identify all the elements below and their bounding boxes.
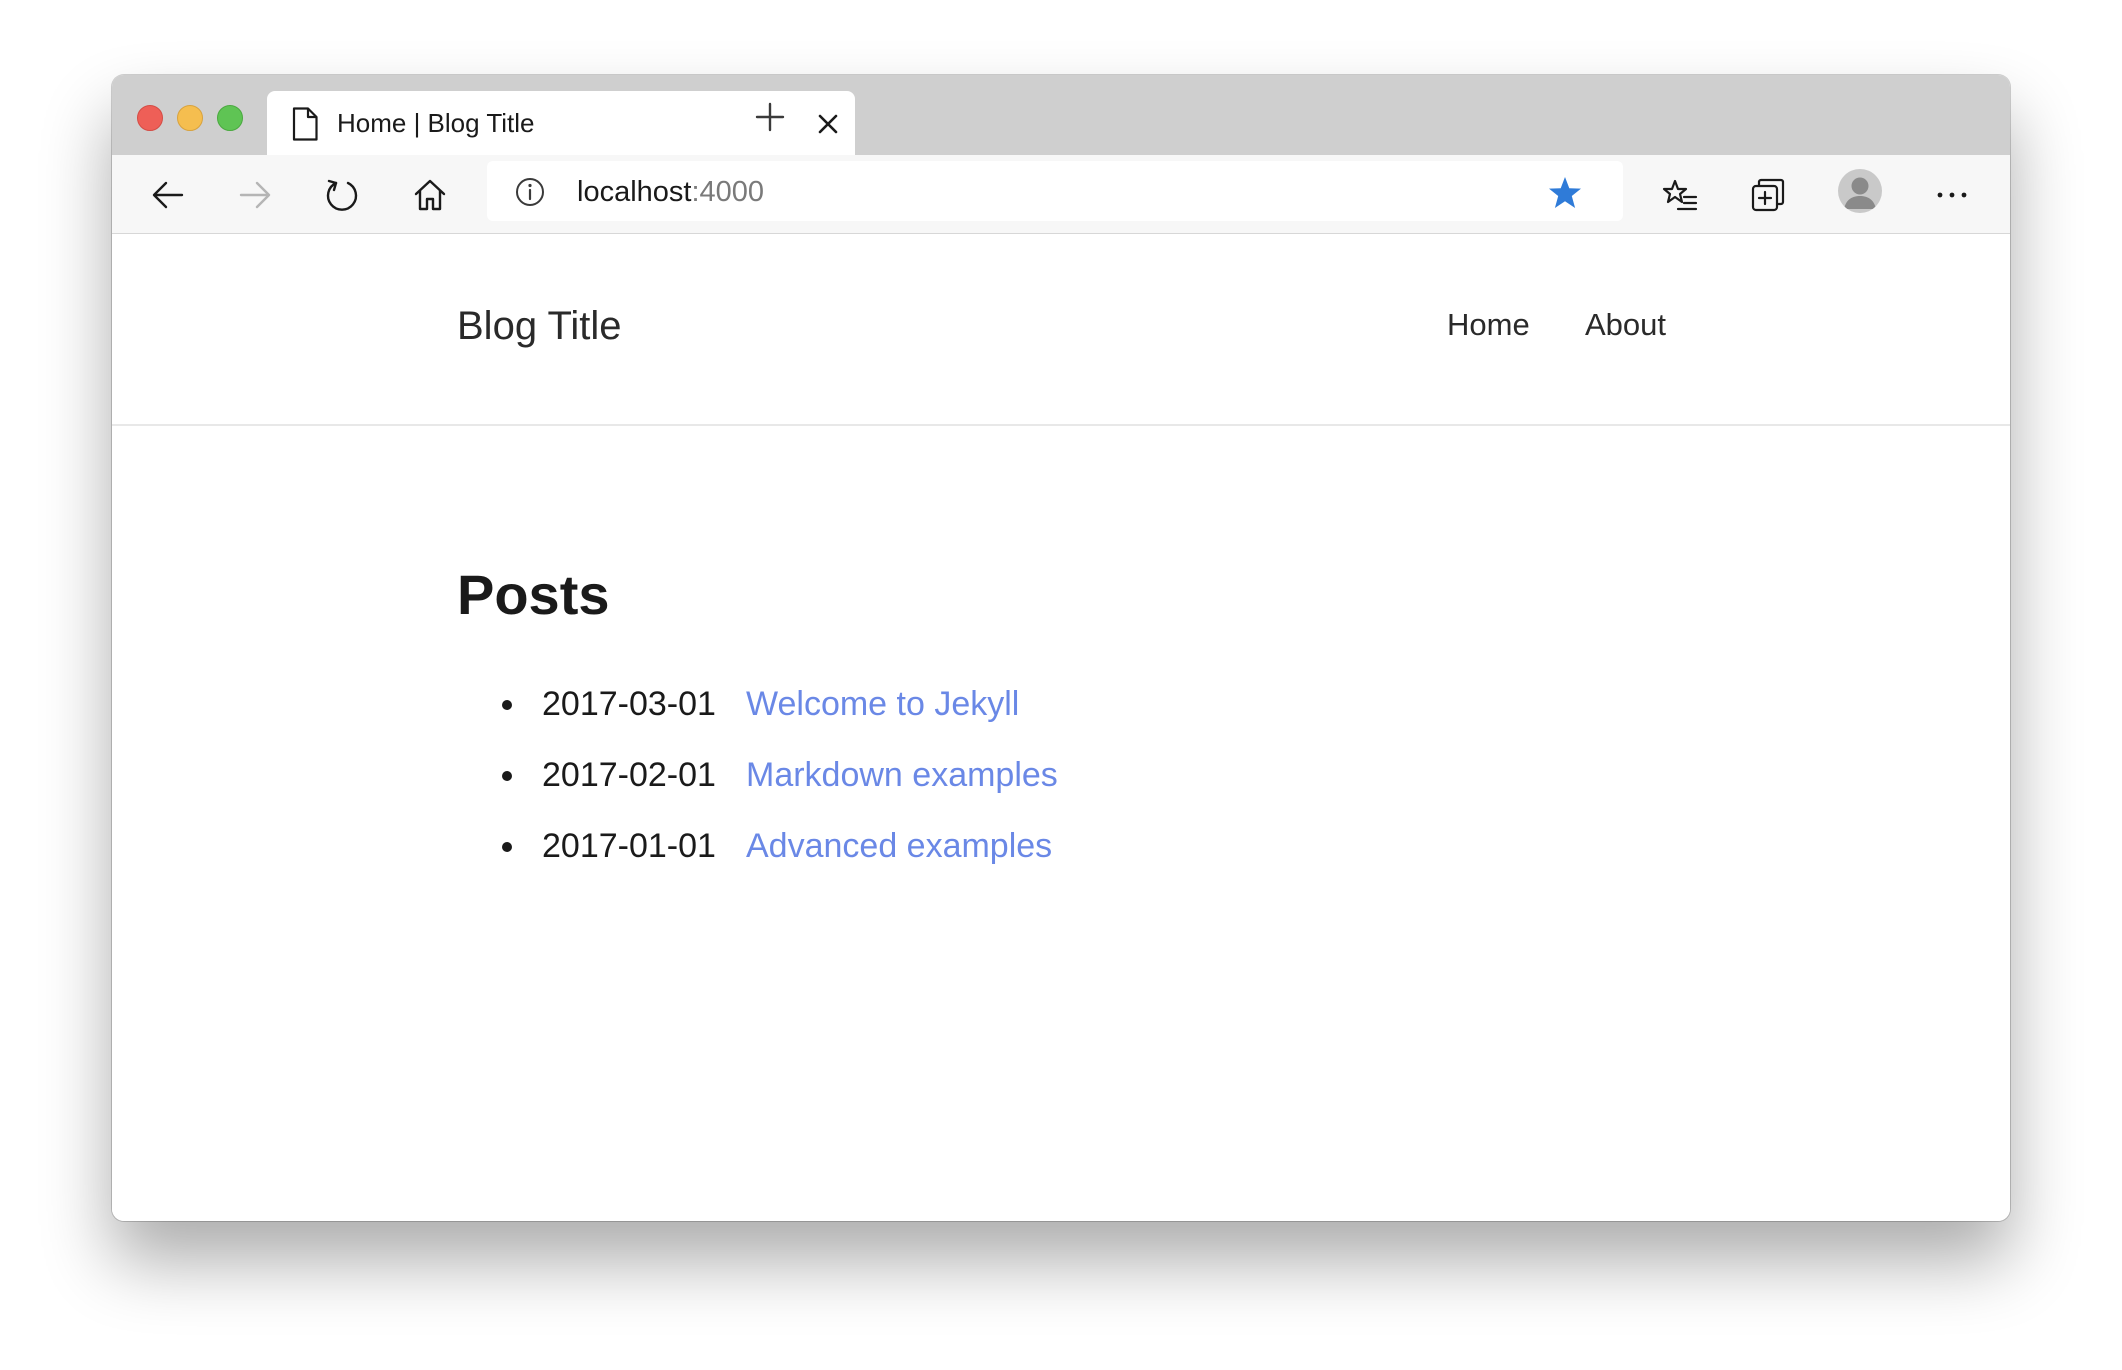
more-icon[interactable] [1934, 177, 1970, 213]
document-icon [292, 107, 318, 141]
collections-icon[interactable] [1750, 177, 1786, 213]
arrow-right-icon[interactable] [237, 177, 273, 213]
url-text[interactable]: localhost:4000 [577, 175, 764, 209]
new-tab-icon[interactable] [754, 101, 786, 133]
address-bar[interactable]: localhost:4000 [487, 161, 1623, 221]
tab-title: Home | Blog Title [337, 108, 535, 138]
web-page: Blog Title Home About Posts 2017-03-01 W… [112, 234, 2010, 1221]
favorites-list-icon[interactable] [1662, 177, 1698, 213]
post-link[interactable]: Welcome to Jekyll [746, 684, 1019, 724]
nav-link-about[interactable]: About [1585, 306, 1666, 344]
post-link[interactable]: Advanced examples [746, 826, 1052, 866]
post-link[interactable]: Markdown examples [746, 755, 1058, 795]
bullet [502, 842, 512, 852]
posts-heading: Posts [457, 563, 610, 626]
post-date: 2017-01-01 [542, 827, 716, 865]
post-date: 2017-03-01 [542, 685, 716, 723]
minimize-window-button[interactable] [177, 105, 203, 131]
home-icon[interactable] [412, 177, 448, 213]
site-header: Blog Title Home About [112, 234, 2010, 426]
tab-strip: Home | Blog Title [112, 75, 2010, 155]
star-icon[interactable] [1547, 175, 1583, 211]
nav-link-home[interactable]: Home [1447, 306, 1530, 344]
close-tab-icon[interactable] [815, 111, 841, 137]
avatar-icon[interactable] [1838, 169, 1882, 213]
bullet [502, 700, 512, 710]
bullet [502, 771, 512, 781]
url-port: :4000 [691, 176, 765, 208]
arrow-left-icon[interactable] [150, 177, 186, 213]
site-title-link[interactable]: Blog Title [457, 302, 622, 350]
close-window-button[interactable] [137, 105, 163, 131]
zoom-window-button[interactable] [217, 105, 243, 131]
post-date: 2017-02-01 [542, 756, 716, 794]
url-host: localhost [577, 176, 692, 208]
browser-window: Home | Blog Title localhost:4000 Blog Ti… [112, 75, 2010, 1221]
info-icon[interactable] [515, 177, 545, 207]
reload-icon[interactable] [324, 177, 360, 213]
